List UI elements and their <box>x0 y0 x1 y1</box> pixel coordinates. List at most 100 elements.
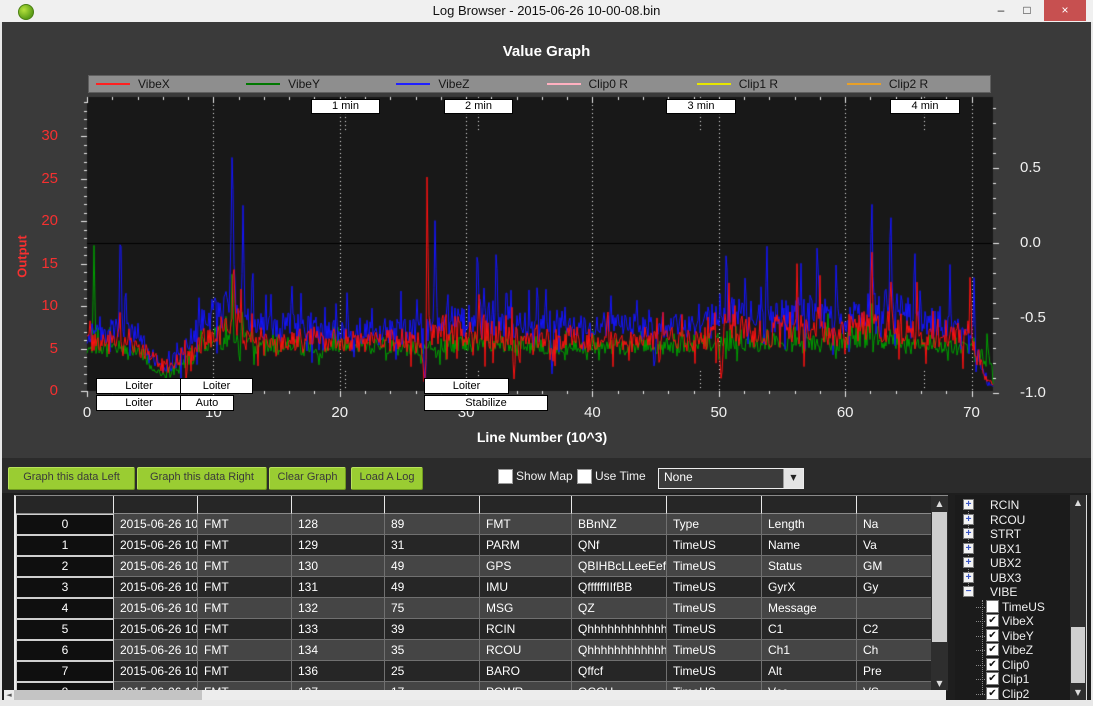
legend-label: Clip1 R <box>739 77 778 91</box>
flight-mode-label: Auto <box>180 395 234 411</box>
table-cell: TimeUS <box>667 556 762 577</box>
scroll-left-icon[interactable]: ◄ <box>4 690 14 700</box>
scroll-down-icon[interactable]: ▼ <box>931 676 948 691</box>
table-cell: QffffffIIfBB <box>572 577 667 598</box>
tree-group-label: VIBE <box>990 585 1017 599</box>
tree-group-rcou[interactable]: +RCOU <box>955 513 1070 527</box>
tree-vertical-scrollbar[interactable]: ▲ ▼ <box>1070 495 1086 700</box>
checked-checkbox[interactable]: ✔ <box>986 629 999 642</box>
table-cell: IMU <box>480 577 572 598</box>
table-cell: QZ <box>572 598 667 619</box>
tree-connector <box>976 679 985 680</box>
tree-group-strt[interactable]: +STRT <box>955 527 1070 541</box>
table-cell: 136 <box>292 661 385 682</box>
table-cell: 49 <box>385 556 480 577</box>
clear-graph-button[interactable]: Clear Graph <box>269 467 346 490</box>
row-index-cell: 4 <box>16 598 114 619</box>
table-cell: 2015-06-26 10:0... <box>114 640 198 661</box>
legend-item-vibex: VibeX <box>89 76 239 92</box>
tree-item-clip2[interactable]: ✔Clip2 <box>955 687 1070 701</box>
table-vertical-scrollbar[interactable]: ▲ ▼ <box>931 496 948 691</box>
expand-icon[interactable]: + <box>963 499 974 510</box>
table-row[interactable]: 72015-06-26 10:0...FMT13625BAROQffcfTime… <box>16 661 948 682</box>
tree-item-label: VibeZ <box>1002 643 1033 657</box>
table-cell: FMT <box>480 514 572 535</box>
maximize-button[interactable]: □ <box>1014 0 1040 21</box>
table-cell: FMT <box>198 640 292 661</box>
table-row[interactable]: 22015-06-26 10:0...FMT13049GPSQBIHBcLLee… <box>16 556 948 577</box>
y-left-tick-label: 25 <box>16 170 58 187</box>
unchecked-checkbox[interactable] <box>986 600 999 613</box>
table-horizontal-scrollbar[interactable]: ◄ <box>4 690 946 700</box>
y-right-tick-label: -0.5 <box>1020 309 1066 326</box>
flight-mode-label: Stabilize <box>424 395 548 411</box>
table-cell: 2015-06-26 10:0... <box>114 619 198 640</box>
table-header-cell <box>762 496 857 514</box>
window-frame <box>0 700 1093 706</box>
table-cell: FMT <box>198 577 292 598</box>
scroll-up-icon[interactable]: ▲ <box>931 496 948 511</box>
expand-icon[interactable]: + <box>963 572 974 583</box>
tree-item-vibex[interactable]: ✔VibeX <box>955 614 1070 628</box>
tree-item-timeus[interactable]: TimeUS <box>955 600 1070 614</box>
tree-group-ubx1[interactable]: +UBX1 <box>955 542 1070 556</box>
vibration-plot-canvas[interactable] <box>72 92 1008 404</box>
graph-right-button[interactable]: Graph this data Right <box>137 467 267 490</box>
row-index-cell: 6 <box>16 640 114 661</box>
tree-item-label: VibeY <box>1002 629 1034 643</box>
scroll-down-icon[interactable]: ▼ <box>1070 685 1086 700</box>
tree-group-ubx3[interactable]: +UBX3 <box>955 571 1070 585</box>
table-cell: Message <box>762 598 857 619</box>
checked-checkbox[interactable]: ✔ <box>986 658 999 671</box>
tree-item-vibez[interactable]: ✔VibeZ <box>955 643 1070 657</box>
flight-mode-label: Loiter <box>96 378 182 394</box>
hscroll-thumb[interactable] <box>14 690 202 700</box>
y-left-tick-label: 30 <box>16 127 58 144</box>
collapse-icon[interactable]: − <box>963 586 974 597</box>
tree-item-clip0[interactable]: ✔Clip0 <box>955 658 1070 672</box>
minimize-button[interactable]: – <box>988 0 1014 21</box>
checked-checkbox[interactable]: ✔ <box>986 643 999 656</box>
chart-panel: Value Graph VibeXVibeYVibeZClip0 RClip1 … <box>2 22 1091 458</box>
tree-item-vibey[interactable]: ✔VibeY <box>955 629 1070 643</box>
table-cell: TimeUS <box>667 640 762 661</box>
table-row[interactable]: 52015-06-26 10:0...FMT13339RCINQhhhhhhhh… <box>16 619 948 640</box>
flight-mode-label: Loiter <box>96 395 182 411</box>
legend-label: Clip2 R <box>889 77 928 91</box>
expand-icon[interactable]: + <box>963 528 974 539</box>
scroll-up-icon[interactable]: ▲ <box>1070 495 1086 510</box>
table-row[interactable]: 62015-06-26 10:0...FMT13435RCOUQhhhhhhhh… <box>16 640 948 661</box>
tree-item-clip1[interactable]: ✔Clip1 <box>955 672 1070 686</box>
tree-group-rcin[interactable]: +RCIN <box>955 498 1070 512</box>
legend-item-clip0-r: Clip0 R <box>540 76 690 92</box>
table-scroll-thumb[interactable] <box>932 512 947 642</box>
table-cell: FMT <box>198 598 292 619</box>
expand-icon[interactable]: + <box>963 543 974 554</box>
table-row[interactable]: 02015-06-26 10:0...FMT12889FMTBBnNZTypeL… <box>16 514 948 535</box>
table-header-cell <box>292 496 385 514</box>
use-time-checkbox[interactable] <box>577 469 592 484</box>
checked-checkbox[interactable]: ✔ <box>986 614 999 627</box>
table-row[interactable]: 42015-06-26 10:0...FMT13275MSGQZTimeUSMe… <box>16 598 948 619</box>
close-button[interactable]: × <box>1044 0 1086 21</box>
show-map-checkbox[interactable] <box>498 469 513 484</box>
tree-scroll-thumb[interactable] <box>1071 627 1085 683</box>
checked-checkbox[interactable]: ✔ <box>986 672 999 685</box>
x-tick-label: 70 <box>952 404 992 421</box>
graph-left-button[interactable]: Graph this data Left <box>8 467 135 490</box>
mode-dropdown[interactable]: None ▼ <box>658 468 804 489</box>
time-marker: 1 min <box>311 99 380 114</box>
expand-icon[interactable]: + <box>963 557 974 568</box>
table-row[interactable]: 32015-06-26 10:0...FMT13149IMUQffffffIIf… <box>16 577 948 598</box>
chevron-down-icon[interactable]: ▼ <box>783 469 803 488</box>
tree-group-vibe[interactable]: − VIBE <box>955 585 1070 599</box>
load-log-button[interactable]: Load A Log <box>351 467 423 490</box>
expand-icon[interactable]: + <box>963 514 974 525</box>
window-title: Log Browser - 2015-06-26 10-00-08.bin <box>0 3 1093 18</box>
table-row[interactable]: 12015-06-26 10:0...FMT12931PARMQNfTimeUS… <box>16 535 948 556</box>
legend-swatch-icon <box>547 83 581 85</box>
checked-checkbox[interactable]: ✔ <box>986 687 999 700</box>
table-cell: Qhhhhhhhhhhhhh... <box>572 619 667 640</box>
tree-group-ubx2[interactable]: +UBX2 <box>955 556 1070 570</box>
table-cell: 2015-06-26 10:0... <box>114 514 198 535</box>
